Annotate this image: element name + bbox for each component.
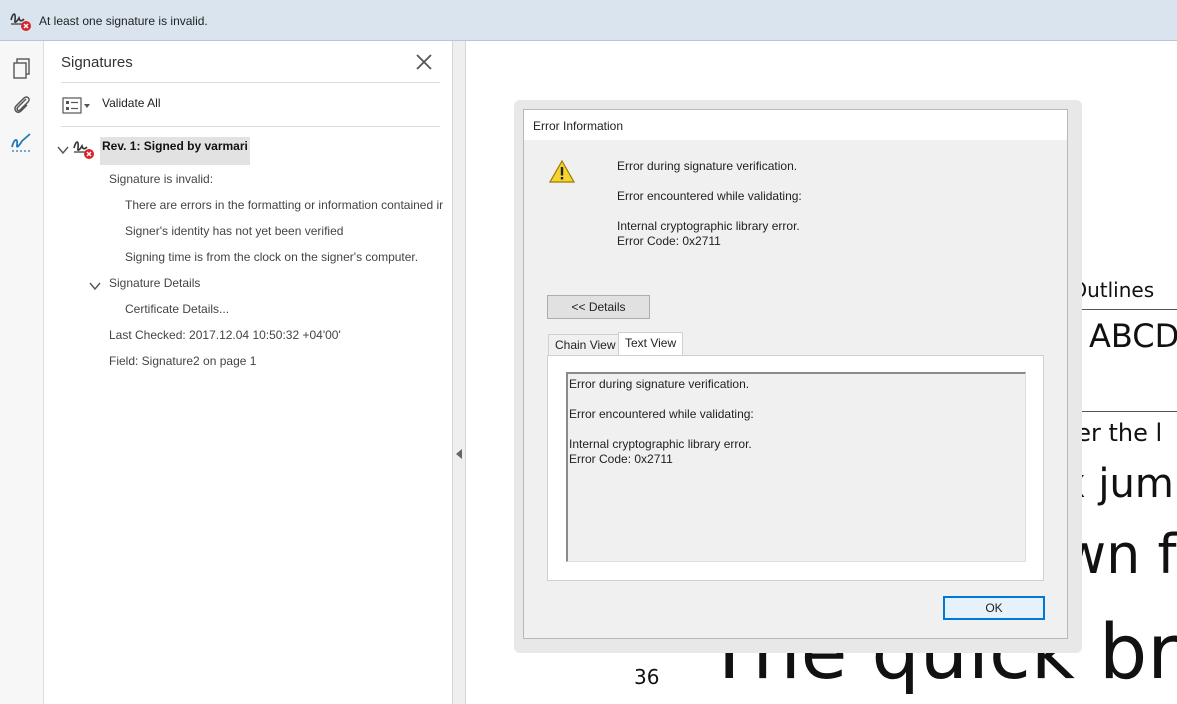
text-view-line: Internal cryptographic library error. [569,437,752,451]
chevron-down-icon[interactable] [89,280,101,292]
text-view-output[interactable]: Error during signature verification. Err… [566,372,1026,562]
text-view-line: Error encountered while validating: [569,407,754,421]
issue-item: Signing time is from the clock on the si… [125,250,419,264]
options-menu-icon[interactable] [62,97,92,115]
error-message: Error encountered while validating: [617,189,802,203]
last-checked: Last Checked: 2017.12.04 10:50:32 +04'00… [109,328,341,342]
panel-splitter[interactable] [453,41,466,704]
issue-item: There are errors in the formatting or in… [125,198,444,212]
left-rail [0,41,44,704]
error-code: Error Code: 0x2711 [617,234,721,248]
chevron-down-icon[interactable] [57,144,69,156]
text-view-panel: Error during signature verification. Err… [547,355,1044,581]
signatures-panel: Signatures Validate All Rev. 1: Signed b… [45,41,453,704]
collapse-arrow-icon[interactable] [456,449,462,459]
pages-icon[interactable] [10,57,34,81]
text-view-line: Error Code: 0x2711 [569,452,673,466]
page-number: 36 [634,665,660,689]
signature-pen-icon[interactable] [10,131,34,155]
dialog-title: Error Information [533,119,624,133]
error-message: Error during signature verification. [617,159,798,173]
warning-icon [549,160,575,183]
divider [61,82,440,83]
divider [61,126,440,127]
invalid-signature-icon [73,141,94,159]
dialog-titlebar[interactable]: Error Information [524,110,1067,140]
invalid-signature-icon [10,13,31,31]
tab-text-view[interactable]: Text View [618,332,684,356]
signature-details-node[interactable]: Signature Details [109,276,200,290]
error-message: Internal cryptographic library error. [617,219,800,233]
validate-all-label: Validate All [102,96,161,110]
tab-chain-view[interactable]: Chain View [548,334,623,356]
notification-bar: At least one signature is invalid. [0,0,1177,41]
notification-message: At least one signature is invalid. [39,14,208,28]
attachment-icon[interactable] [10,93,34,117]
error-dialog: Error Information Error during signature… [523,109,1068,639]
revision-label[interactable]: Rev. 1: Signed by varmari [100,137,250,165]
signature-field: Field: Signature2 on page 1 [109,354,257,368]
signature-status: Signature is invalid: [109,172,214,186]
details-button[interactable]: << Details [547,295,650,319]
certificate-details-link[interactable]: Certificate Details... [125,302,229,316]
close-icon[interactable] [415,53,433,71]
panel-title: Signatures [61,54,133,71]
ok-button[interactable]: OK [943,596,1045,620]
text-view-line: Error during signature verification. [569,377,750,391]
issue-item: Signer's identity has not yet been verif… [125,224,344,238]
